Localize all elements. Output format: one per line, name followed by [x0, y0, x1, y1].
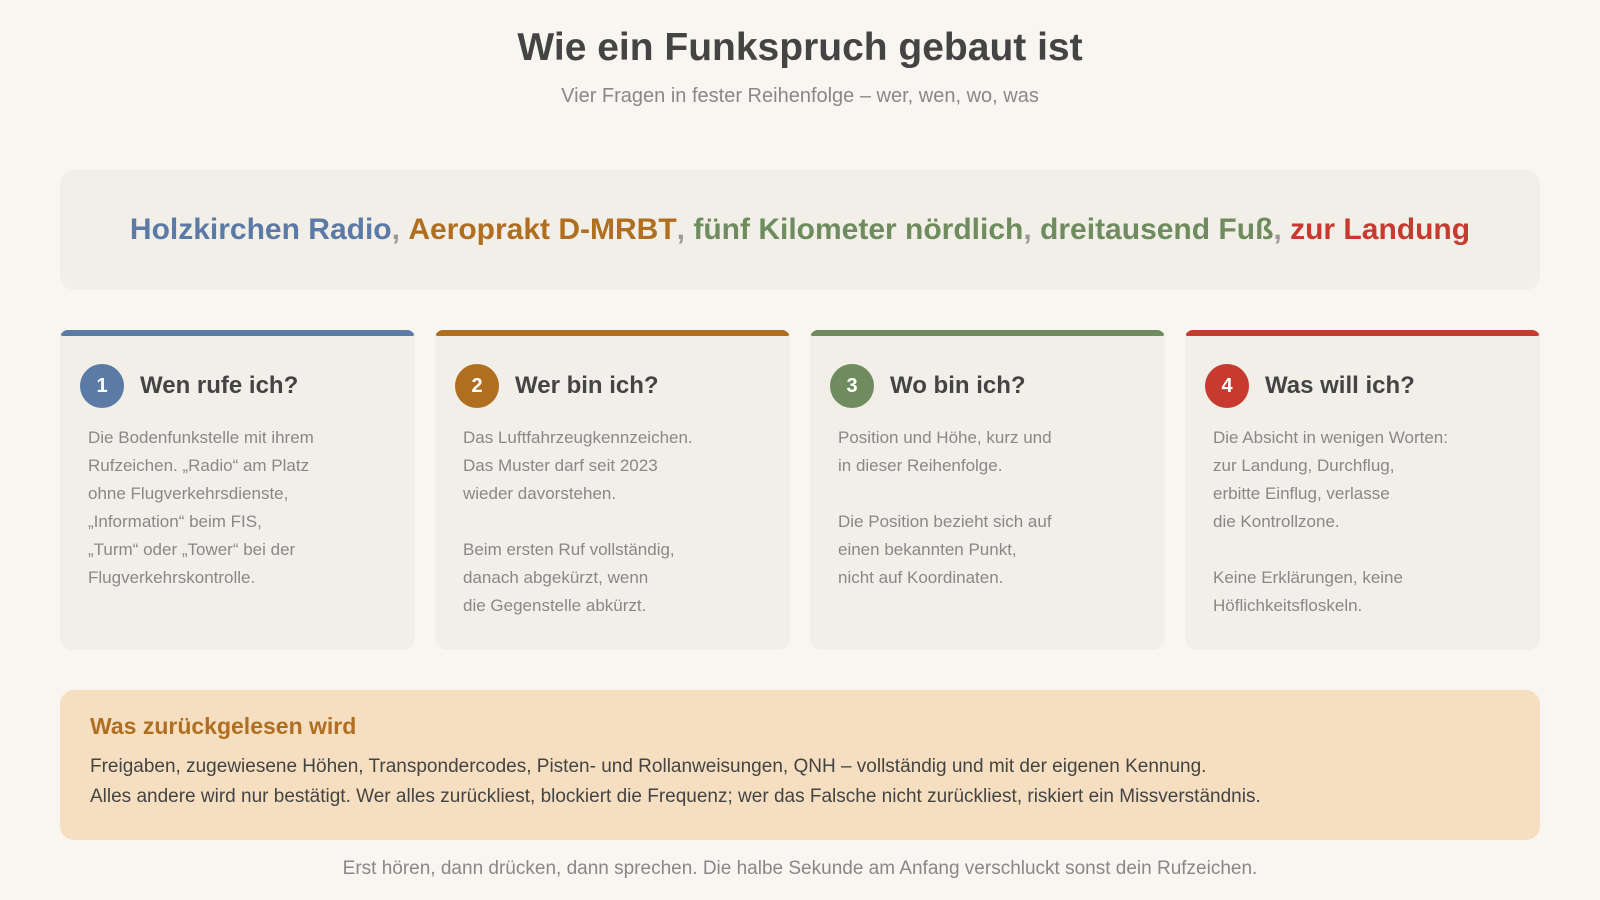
card-what-do-i-want: 4 Was will ich? Die Absicht in wenigen W…: [1185, 330, 1540, 650]
step-number-badge: 2: [455, 364, 499, 408]
card-header: 1 Wen rufe ich?: [80, 364, 415, 408]
card-accent-bar: [435, 330, 790, 336]
page-header: Wie ein Funkspruch gebaut ist Vier Frage…: [0, 0, 1600, 108]
card-where-am-i: 3 Wo bin ich? Position und Höhe, kurz un…: [810, 330, 1165, 650]
card-title: Was will ich?: [1265, 372, 1415, 399]
card-title: Wo bin ich?: [890, 372, 1026, 399]
question-cards: 1 Wen rufe ich? Die Bodenfunkstelle mit …: [60, 330, 1540, 650]
example-separator: ,: [1273, 213, 1282, 246]
note-title: Was zurückgelesen wird: [90, 713, 357, 739]
card-who-to-call: 1 Wen rufe ich? Die Bodenfunkstelle mit …: [60, 330, 415, 650]
card-body: Die Absicht in wenigen Worten: zur Landu…: [1213, 428, 1448, 615]
readback-note: Was zurückgelesen wird Freigaben, zugewi…: [60, 690, 1540, 840]
step-number-badge: 3: [830, 364, 874, 408]
step-number-badge: 4: [1205, 364, 1249, 408]
example-separator: ,: [391, 213, 400, 246]
card-title: Wen rufe ich?: [140, 372, 299, 399]
card-title: Wer bin ich?: [515, 372, 659, 399]
card-body: Position und Höhe, kurz und in dieser Re…: [838, 428, 1052, 587]
note-line: Alles andere wird nur bestätigt. Wer all…: [90, 786, 1261, 807]
page-subtitle: Vier Fragen in fester Reihenfolge – wer,…: [561, 85, 1039, 107]
example-part-station: Holzkirchen Radio: [129, 213, 392, 246]
card-body: Das Luftfahrzeugkennzeichen. Das Muster …: [463, 428, 693, 615]
example-part-intent: zur Landung: [1290, 213, 1471, 246]
example-separator: ,: [676, 213, 686, 246]
card-who-am-i: 2 Wer bin ich? Das Luftfahrzeugkennzeich…: [435, 330, 790, 650]
note-text: Freigaben, zugewiesene Höhen, Transponde…: [90, 752, 1510, 812]
card-header: 3 Wo bin ich?: [830, 364, 1165, 408]
card-accent-bar: [60, 330, 415, 336]
example-part-altitude: dreitausend Fuß: [1040, 213, 1274, 246]
page-title: Wie ein Funkspruch gebaut ist: [517, 26, 1083, 69]
example-radio-call: Holzkirchen Radio, Aeroprakt D-MRBT, fün…: [60, 170, 1540, 290]
example-part-position: fünf Kilometer nördlich: [693, 213, 1024, 246]
card-header: 2 Wer bin ich?: [455, 364, 790, 408]
example-separator: ,: [1023, 213, 1032, 246]
card-accent-bar: [810, 330, 1165, 336]
footer-tip: Erst hören, dann drücken, dann sprechen.…: [342, 858, 1258, 879]
card-accent-bar: [1185, 330, 1540, 336]
example-part-callsign: Aeroprakt D-MRBT: [408, 213, 677, 246]
note-line: Freigaben, zugewiesene Höhen, Transponde…: [90, 756, 1207, 777]
step-number-badge: 1: [80, 364, 124, 408]
card-body: Die Bodenfunkstelle mit ihrem Rufzeichen…: [88, 428, 314, 587]
card-header: 4 Was will ich?: [1205, 364, 1540, 408]
